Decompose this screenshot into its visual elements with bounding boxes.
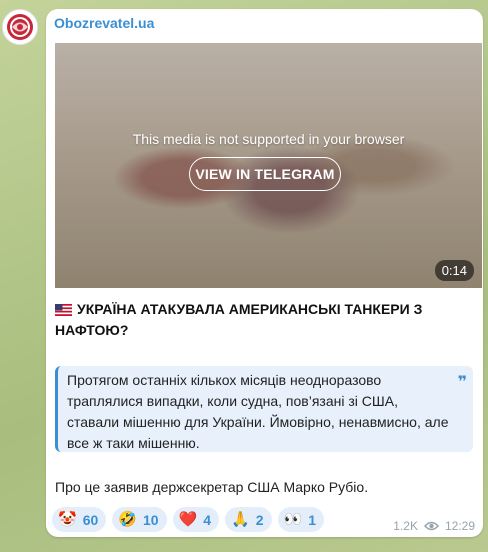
us-flag-icon: [55, 304, 72, 316]
media-unsupported-text: This media is not supported in your brow…: [132, 131, 405, 147]
post-body: Про це заявив держсекретар США Марко Руб…: [55, 479, 369, 495]
globe-logo-icon: [7, 14, 33, 40]
pray-emoji-icon: 🙏: [231, 511, 250, 528]
reaction-clown[interactable]: 🤡 60: [52, 507, 107, 532]
quote-mark-icon: ❞: [457, 374, 467, 391]
message-meta: 1.2K 12:29: [393, 519, 475, 533]
eyes-emoji-icon: 👀: [283, 511, 303, 528]
rofl-emoji-icon: 🤣: [118, 511, 137, 528]
reaction-count: 2: [255, 511, 264, 528]
reaction-eyes[interactable]: 👀 1: [277, 507, 324, 532]
channel-avatar[interactable]: [2, 9, 38, 45]
reaction-count: 1: [308, 511, 316, 528]
reaction-rofl[interactable]: 🤣 10: [112, 507, 167, 532]
reaction-count: 4: [203, 511, 212, 528]
eye-icon: [423, 521, 439, 531]
reactions-bar: 🤡 60 🤣 10 ❤️ 4 🙏 2 👀 1: [52, 507, 324, 532]
heart-emoji-icon: ❤️: [178, 511, 198, 528]
quote-text: Протягом останніх кількох місяців неодно…: [67, 372, 449, 451]
headline-text: УКРАЇНА АТАКУВАЛА АМЕРИКАНСЬКІ ТАНКЕРИ З…: [55, 301, 423, 338]
channel-name[interactable]: Obozrevatel.ua: [54, 15, 154, 31]
view-count: 1.2K: [393, 519, 418, 533]
blockquote: Протягом останніх кількох місяців неодно…: [55, 366, 473, 452]
message-time: 12:29: [444, 519, 475, 533]
reaction-heart[interactable]: ❤️ 4: [172, 507, 220, 532]
reaction-pray[interactable]: 🙏 2: [225, 507, 272, 532]
post-headline: УКРАЇНА АТАКУВАЛА АМЕРИКАНСЬКІ ТАНКЕРИ З…: [55, 299, 455, 341]
video-media[interactable]: This media is not supported in your brow…: [55, 43, 482, 288]
clown-emoji-icon: 🤡: [58, 511, 77, 528]
reaction-count: 60: [82, 511, 99, 528]
message-card: Obozrevatel.ua This media is not support…: [46, 9, 483, 537]
video-duration: 0:14: [434, 260, 474, 281]
reaction-count: 10: [142, 511, 159, 528]
view-in-telegram-button[interactable]: VIEW IN TELEGRAM: [189, 157, 341, 191]
